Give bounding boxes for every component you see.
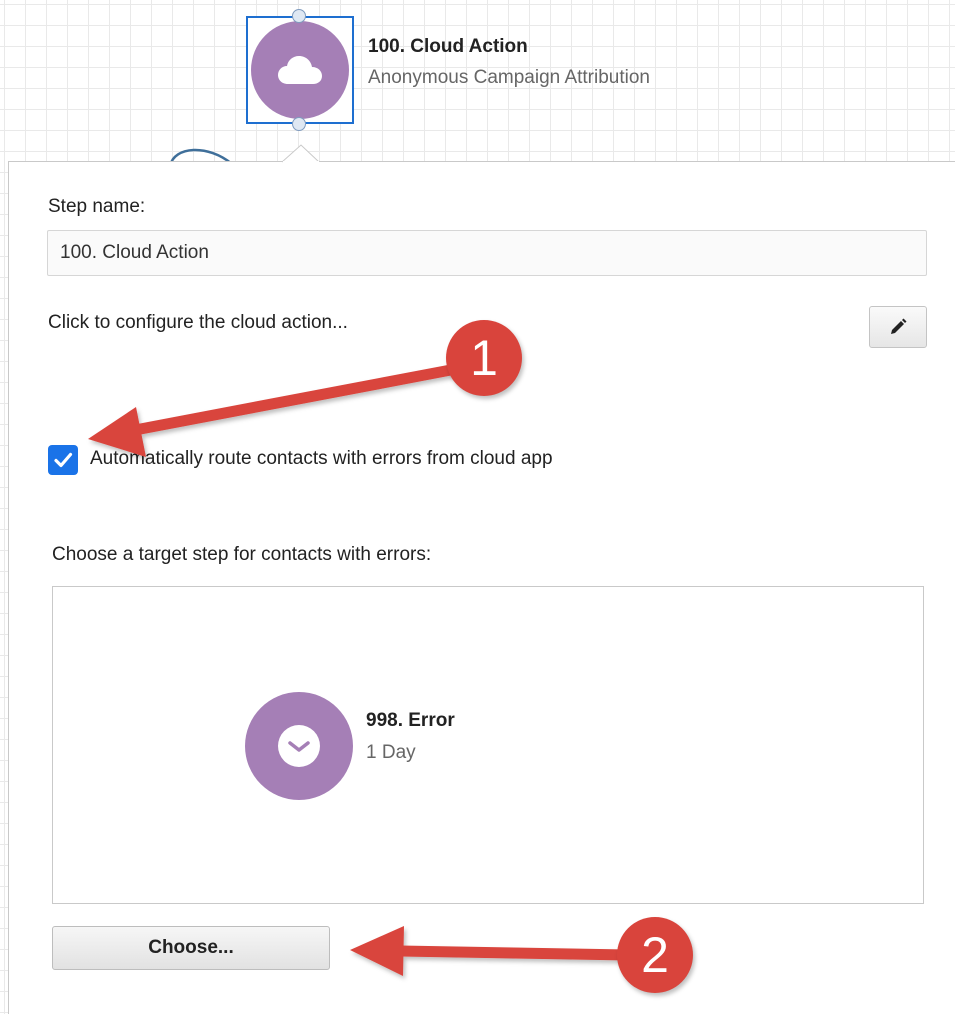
auto-route-checkbox[interactable] <box>48 445 78 475</box>
cloud-icon <box>278 56 322 84</box>
connector-handle-bottom[interactable] <box>292 117 306 131</box>
annotation-callout-1: 1 <box>446 320 522 396</box>
connector-handle-top[interactable] <box>292 9 306 23</box>
annotation-callout-2: 2 <box>617 917 693 993</box>
choose-button[interactable]: Choose... <box>52 926 330 970</box>
edit-cloud-action-button[interactable] <box>869 306 927 348</box>
node-title: 100. Cloud Action <box>368 36 528 57</box>
cloud-action-node[interactable] <box>246 16 354 124</box>
pencil-icon <box>891 318 907 334</box>
error-step-node <box>245 692 353 800</box>
clock-icon <box>278 725 320 767</box>
node-subtitle: Anonymous Campaign Attribution <box>368 67 650 88</box>
configure-cloud-action-label: Click to configure the cloud action... <box>48 312 348 333</box>
step-name-label: Step name: <box>48 196 146 217</box>
target-step-subtitle: 1 Day <box>366 742 416 763</box>
node-circle <box>251 21 349 119</box>
target-step-preview <box>52 586 924 904</box>
panel-pointer <box>282 144 320 164</box>
checkmark-icon <box>54 452 73 468</box>
target-step-title: 998. Error <box>366 710 455 731</box>
step-name-input[interactable] <box>47 230 927 276</box>
auto-route-label[interactable]: Automatically route contacts with errors… <box>90 448 553 470</box>
target-step-label: Choose a target step for contacts with e… <box>52 544 432 565</box>
